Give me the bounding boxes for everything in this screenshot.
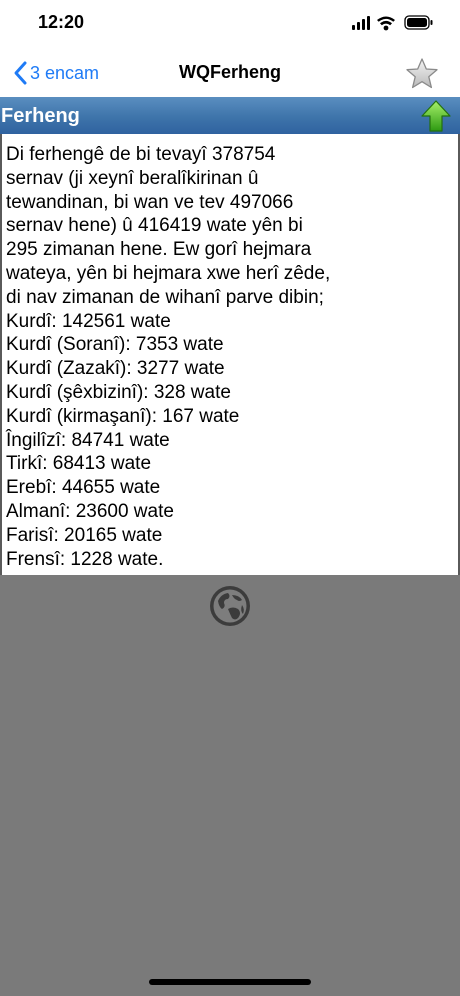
header: 12:20 3 encam WQFerheng <box>0 0 460 97</box>
dictionary-info-panel: Di ferhengê de bi tevayî 378754 sernav (… <box>0 134 460 575</box>
battery-icon <box>404 15 433 30</box>
green-up-arrow-icon[interactable] <box>420 99 452 133</box>
intro-text: Di ferhengê de bi tevayî 378754 sernav (… <box>6 144 331 308</box>
language-stat: Kurdî (Zazakî): 3277 wate <box>6 358 225 380</box>
language-stat: Kurdî (şêxbizinî): 328 wate <box>6 381 231 403</box>
language-stat: Almanî: 23600 wate <box>6 500 174 522</box>
wifi-icon <box>377 16 395 31</box>
home-indicator[interactable] <box>149 979 311 985</box>
status-icons <box>352 15 433 31</box>
language-stat: Kurdî (kirmaşanî): 167 wate <box>6 405 240 427</box>
language-stat: Kurdî: 142561 wate <box>6 310 171 332</box>
language-stat: Frensî: 1228 wate. <box>6 548 164 570</box>
section-title: Ferheng <box>1 105 80 127</box>
section-header: Ferheng <box>0 97 460 134</box>
cellular-signal-icon <box>352 16 370 30</box>
status-time: 12:20 <box>38 12 85 32</box>
language-stat: Farisî: 20165 wate <box>6 524 163 546</box>
language-stat: Îngilîzî: 84741 wate <box>6 429 170 451</box>
star-icon[interactable] <box>404 56 440 92</box>
globe-icon[interactable] <box>209 585 251 627</box>
language-stat: Kurdî (Soranî): 7353 wate <box>6 334 224 356</box>
page-title: WQFerheng <box>179 62 281 82</box>
dictionary-info-text: Di ferhengê de bi tevayî 378754 sernav (… <box>6 143 450 571</box>
language-stat: Tirkî: 68413 wate <box>6 453 152 475</box>
language-stat: Erebî: 44655 wate <box>6 477 161 499</box>
